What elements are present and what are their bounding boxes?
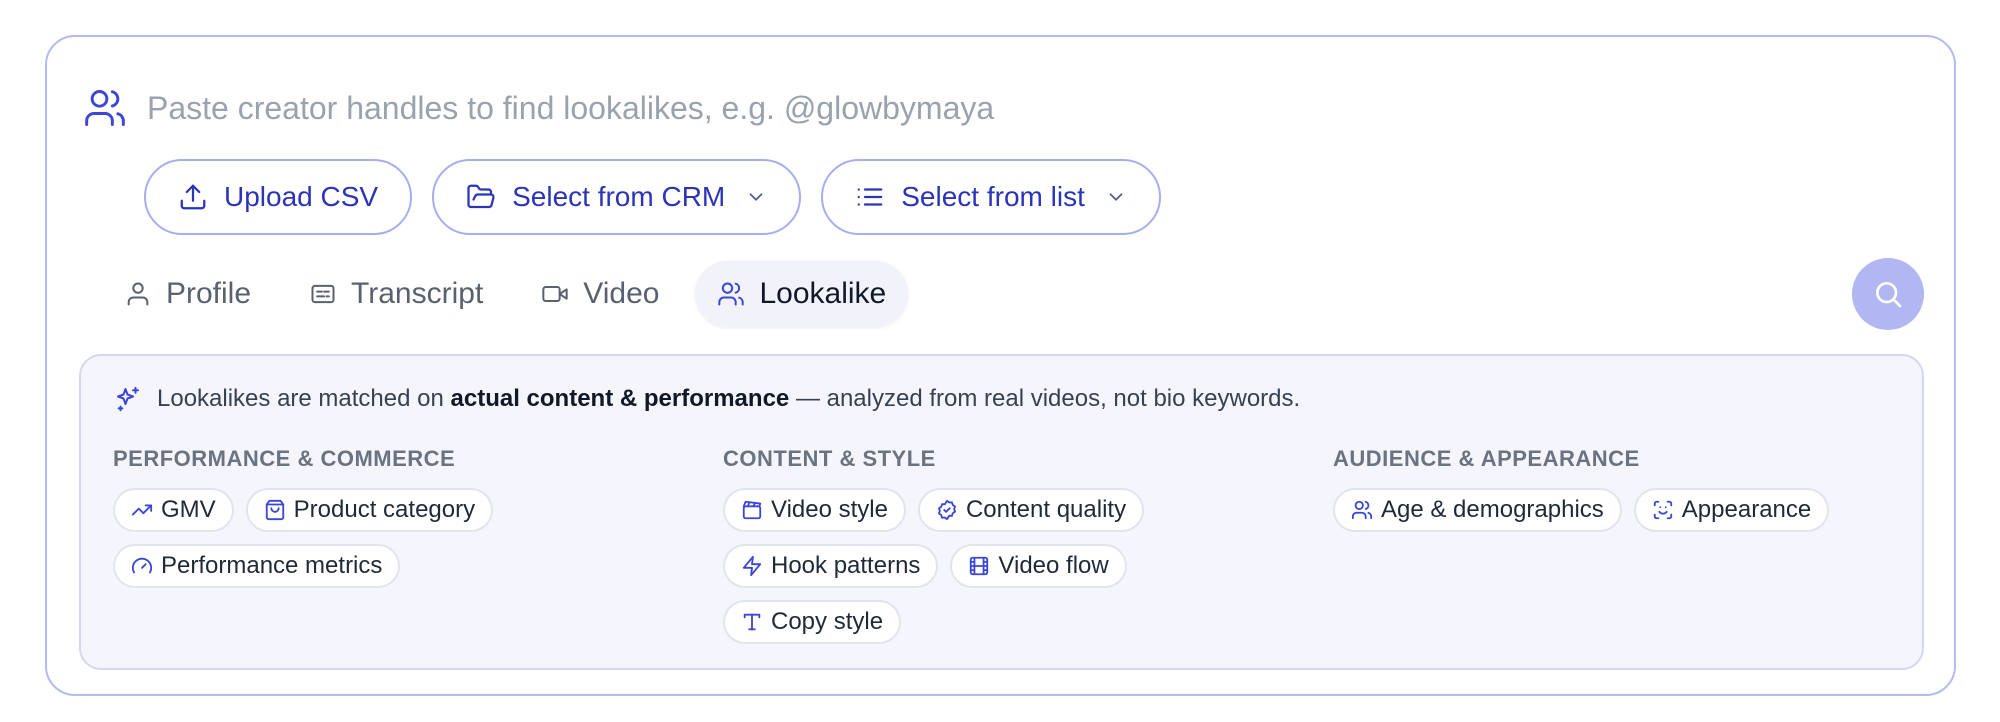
tab-video[interactable]: Video (519, 261, 681, 327)
info-text-bold: actual content & performance (450, 385, 790, 412)
select-from-list-label: Select from list (901, 181, 1085, 212)
video-icon (542, 286, 568, 302)
search-mode-tabs: Profile Transcript Video Lookalike (102, 261, 909, 327)
type-icon (743, 613, 761, 631)
search-button[interactable] (1852, 258, 1924, 330)
zap-icon (742, 555, 762, 577)
users-icon (1351, 500, 1373, 520)
category-title: AUDIENCE & APPEARANCE (1333, 446, 1640, 471)
info-message: Lookalikes are matched on actual content… (113, 384, 1300, 414)
select-from-crm-label: Select from CRM (512, 181, 726, 212)
chip-label: Content quality (965, 496, 1127, 523)
source-buttons: Upload CSV Select from CRM Select from l… (144, 159, 1161, 235)
tab-lookalike-label: Lookalike (759, 277, 887, 310)
category-title: CONTENT & STYLE (723, 446, 936, 471)
chip-label: Video flow (998, 552, 1109, 579)
badge-check-icon (937, 499, 956, 521)
chip-label: Hook patterns (771, 552, 921, 579)
creator-handles-input[interactable] (147, 83, 1797, 133)
upload-csv-label: Upload CSV (224, 181, 379, 212)
chip-video-flow[interactable]: Video flow (950, 544, 1127, 588)
film-icon (970, 556, 989, 576)
chip-gmv[interactable]: GMV (113, 488, 234, 532)
trending-up-icon (131, 504, 153, 516)
chevron-down-icon (749, 193, 763, 201)
select-from-list-button[interactable]: Select from list (821, 159, 1161, 235)
lookalike-search-card: Upload CSV Select from CRM Select from l… (45, 35, 1956, 696)
users-icon (718, 282, 745, 306)
chip-label: GMV (161, 496, 216, 523)
upload-csv-button[interactable]: Upload CSV (144, 159, 413, 235)
info-text-prefix: Lookalikes are matched on (157, 385, 444, 412)
transcript-icon (311, 284, 335, 304)
chip-label: Video style (771, 496, 888, 523)
list-icon (857, 188, 883, 206)
tab-profile-label: Profile (166, 277, 252, 310)
category-performance-commerce: PERFORMANCE & COMMERCE GMV Product categ… (113, 446, 673, 588)
gauge-icon (131, 557, 153, 574)
folder-open-icon (467, 184, 495, 209)
chip-group: Age & demographics Appearance (1333, 488, 1893, 532)
category-title: PERFORMANCE & COMMERCE (113, 446, 456, 471)
chip-product-category[interactable]: Product category (245, 488, 494, 532)
category-audience-appearance: AUDIENCE & APPEARANCE Age & demographics… (1333, 446, 1893, 532)
sparkles-icon (117, 386, 139, 412)
tab-lookalike[interactable]: Lookalike (695, 261, 909, 327)
chip-group: Video style Content quality Hook pattern… (723, 488, 1203, 644)
info-text-suffix: — analyzed from real videos, not bio key… (795, 385, 1301, 412)
chip-video-style[interactable]: Video style (723, 488, 906, 532)
chip-label: Appearance (1681, 496, 1812, 523)
chip-label: Copy style (771, 608, 884, 635)
search-icon (1876, 282, 1902, 308)
shopping-bag-icon (265, 499, 284, 521)
users-icon (85, 90, 125, 126)
tab-video-label: Video (583, 277, 660, 310)
upload-icon (180, 184, 206, 210)
tab-transcript[interactable]: Transcript (287, 261, 505, 327)
chip-performance-metrics[interactable]: Performance metrics (113, 544, 401, 588)
tab-profile[interactable]: Profile (102, 261, 273, 327)
select-from-crm-button[interactable]: Select from CRM (432, 159, 802, 235)
scan-face-icon (1653, 500, 1672, 520)
chip-label: Age & demographics (1381, 496, 1604, 523)
chevron-down-icon (1109, 193, 1123, 201)
chip-label: Performance metrics (161, 552, 383, 579)
lookalike-info-panel: Lookalikes are matched on actual content… (79, 354, 1924, 670)
clapperboard-icon (742, 500, 762, 520)
user-icon (127, 282, 149, 306)
chip-label: Product category (293, 496, 476, 523)
search-row (83, 83, 1797, 133)
chip-group: GMV Product category Performance metrics (113, 488, 673, 588)
chip-hook-patterns[interactable]: Hook patterns (723, 544, 939, 588)
chip-age-demographics[interactable]: Age & demographics (1333, 488, 1622, 532)
chip-appearance[interactable]: Appearance (1633, 488, 1830, 532)
chip-copy-style[interactable]: Copy style (723, 600, 902, 644)
tab-transcript-label: Transcript (351, 277, 484, 310)
category-content-style: CONTENT & STYLE Video style Content qual… (723, 446, 1203, 644)
chip-content-quality[interactable]: Content quality (917, 488, 1145, 532)
